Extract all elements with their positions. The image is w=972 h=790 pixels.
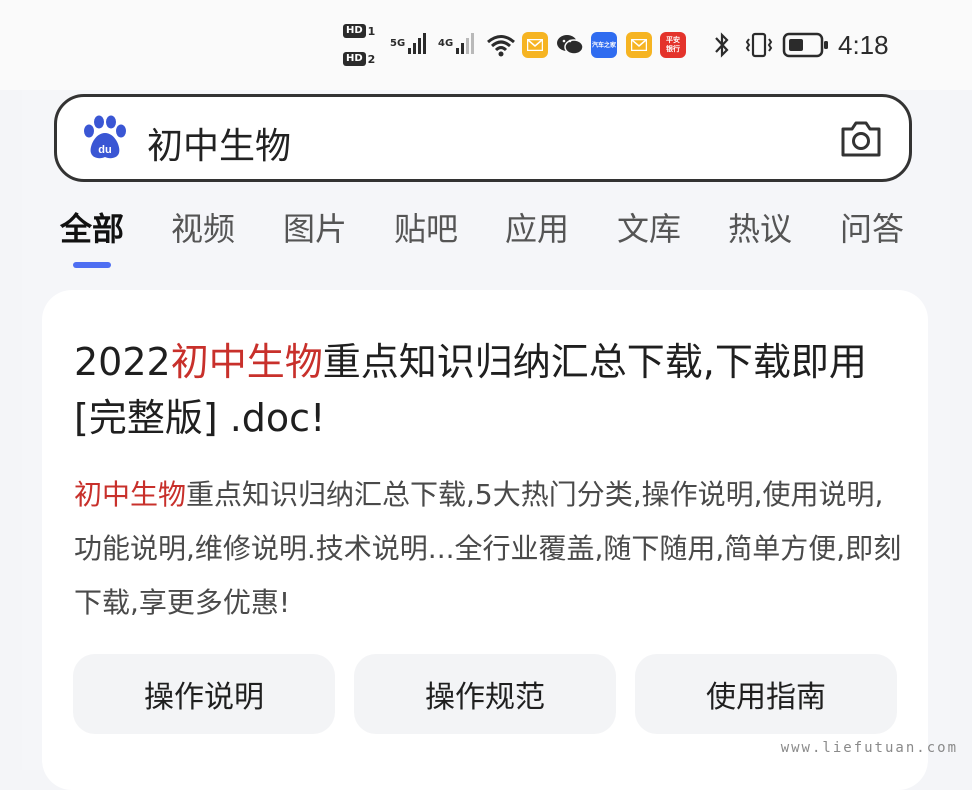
vibrate-icon: [744, 30, 774, 60]
hd1-num: 1: [367, 24, 376, 38]
tab-apps[interactable]: 应用: [505, 204, 569, 250]
hd1-badge: HD: [343, 24, 366, 38]
chip-user-guide[interactable]: 使用指南: [635, 654, 897, 734]
blue-app-icon: 汽车之家: [591, 32, 617, 58]
tab-hot-discussion[interactable]: 热议: [728, 204, 792, 250]
tab-video[interactable]: 视频: [171, 204, 235, 250]
blue-app-text: 汽车之家: [591, 41, 616, 49]
signal-4g-icon: 4G: [438, 32, 475, 54]
desc-text: 重点知识归纳汇总下载,5大热门分类,操作说明,使用说明,功能说明,维修说明.技术…: [74, 478, 902, 619]
hd2-num: 2: [367, 52, 376, 66]
net2-label: 4G: [438, 37, 454, 49]
search-box[interactable]: du 初中生物: [54, 94, 912, 182]
hd2-badge: HD: [343, 52, 366, 66]
svg-text:du: du: [98, 144, 111, 156]
wifi-icon: [486, 32, 516, 58]
hd2-indicator: HD 2: [343, 52, 375, 66]
status-bar: HD 1 HD 2 5G 4G 汽车之家 平安银行 4:18: [0, 0, 972, 90]
status-time: 4:18: [838, 30, 889, 60]
result-title[interactable]: 2022初中生物重点知识归纳汇总下载,下载即用 [完整版] .doc!: [74, 334, 904, 446]
tab-qa[interactable]: 问答: [840, 204, 904, 250]
tab-wenku[interactable]: 文库: [617, 204, 681, 250]
battery-icon: [782, 32, 830, 58]
hd1-indicator: HD 1: [343, 24, 375, 38]
signal-5g-icon: 5G: [390, 32, 427, 54]
search-tabs: 全部 视频 图片 贴吧 应用 文库 热议 问答: [58, 204, 918, 254]
tab-all[interactable]: 全部: [60, 204, 124, 250]
chip-operation-guide[interactable]: 操作说明: [73, 654, 335, 734]
red-app-icon: 平安银行: [660, 32, 686, 58]
chip-operation-spec[interactable]: 操作规范: [354, 654, 616, 734]
search-input[interactable]: 初中生物: [147, 117, 291, 169]
result-card[interactable]: 2022初中生物重点知识归纳汇总下载,下载即用 [完整版] .doc! 初中生物…: [42, 290, 928, 790]
desc-highlight: 初中生物: [74, 478, 187, 511]
mail-app-icon: [522, 32, 548, 58]
result-description: 初中生物重点知识归纳汇总下载,5大热门分类,操作说明,使用说明,功能说明,维修说…: [74, 468, 904, 630]
baidu-paw-icon: du: [83, 115, 127, 161]
net1-label: 5G: [390, 37, 406, 49]
red-app-text: 平安银行: [666, 36, 680, 53]
active-tab-indicator: [73, 262, 111, 268]
tab-tieba[interactable]: 贴吧: [394, 204, 458, 250]
wechat-icon: [556, 32, 584, 58]
tab-images[interactable]: 图片: [283, 204, 347, 250]
bluetooth-icon: [714, 30, 730, 60]
camera-icon[interactable]: [839, 119, 883, 159]
title-prefix: 2022: [74, 340, 171, 384]
watermark-text: www.liefutuan.com: [780, 740, 958, 756]
mail-app-icon: [626, 32, 652, 58]
title-highlight: 初中生物: [170, 340, 323, 384]
